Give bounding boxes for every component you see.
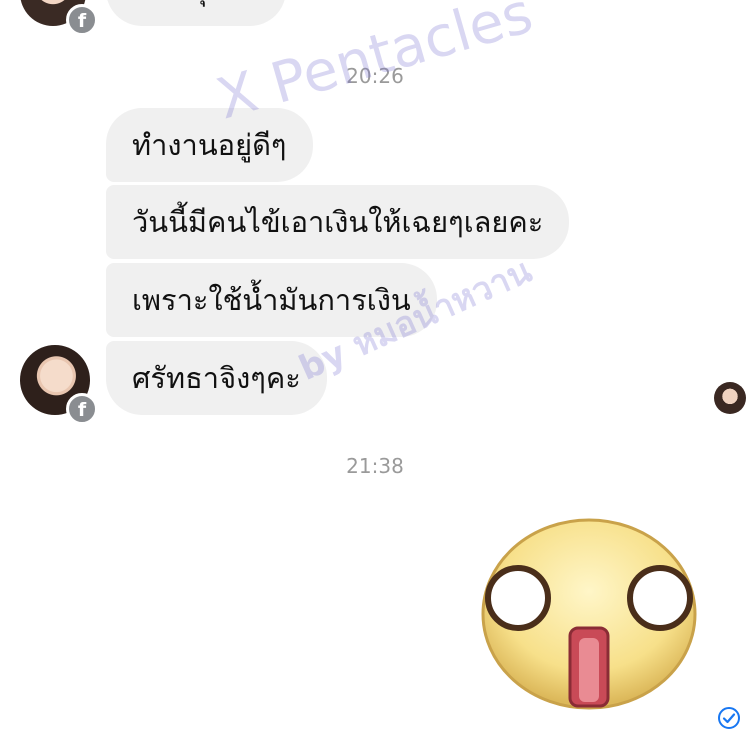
message-bubble-partial[interactable]: ขอบคุณคะ — [106, 0, 286, 26]
read-receipt-avatar — [714, 382, 746, 414]
facebook-icon: f — [66, 4, 98, 36]
facebook-icon: f — [66, 393, 98, 425]
message-bubble[interactable]: วันนี้มีคนไข้เอาเงินให้เฉยๆเลยคะ — [106, 185, 570, 259]
message-bubble[interactable]: ศรัทธาจิงๆคะ — [106, 341, 327, 415]
shocked-face-sticker[interactable] — [478, 516, 700, 712]
timestamp: 20:26 — [346, 64, 404, 88]
chat-screen: f ขอบคุณคะ 20:26 ทำงานอยู่ดีๆ วันนี้มีคน… — [0, 0, 750, 750]
message-bubble[interactable]: ทำงานอยู่ดีๆ — [106, 108, 313, 182]
timestamp: 21:38 — [346, 454, 404, 478]
check-circle-icon — [718, 707, 740, 729]
message-bubble[interactable]: เพราะใช้น้ำมันการเงิน — [106, 263, 437, 337]
